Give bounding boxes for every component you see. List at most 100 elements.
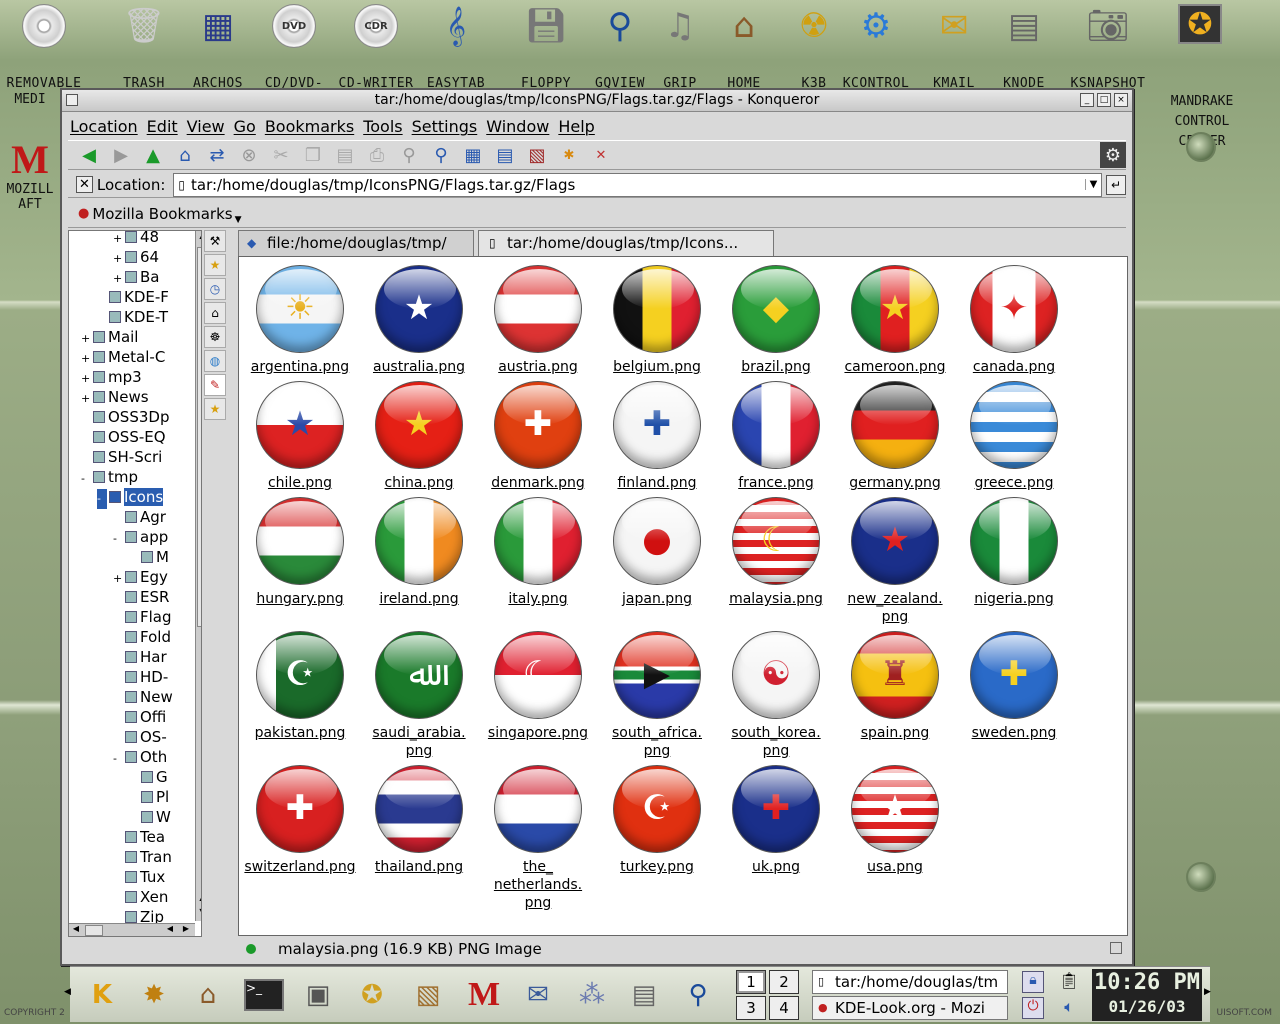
tree-item[interactable]: + News xyxy=(81,387,149,407)
tree-item[interactable]: + mp3 xyxy=(81,367,142,387)
sidebar-root-icon[interactable]: ✎ xyxy=(204,374,226,396)
taskbar-task-mozilla[interactable]: ● KDE-Look.org - Mozi xyxy=(812,996,1008,1020)
file-item[interactable]: nigeria.png xyxy=(955,497,1073,608)
sidebar-bookmarks-icon[interactable]: ★ xyxy=(204,254,226,276)
file-item[interactable]: thailand.png xyxy=(360,765,478,876)
mozilla-bookmarks-menu[interactable]: Mozilla Bookmarks xyxy=(92,205,232,223)
tree-item[interactable]: Agr xyxy=(113,507,166,527)
newspaper-icon[interactable]: ▤ xyxy=(622,973,666,1017)
file-item[interactable]: ✦ canada.png xyxy=(955,265,1073,376)
tree-item[interactable]: + Ba xyxy=(113,267,159,287)
tree-item[interactable]: OSS3Dp xyxy=(81,407,169,427)
file-item[interactable]: the_ netherlands. png xyxy=(479,765,597,912)
up-icon[interactable]: ▲ xyxy=(140,142,166,168)
desktop-icon-floppy[interactable]: 💾︎ FLOPPY xyxy=(510,2,582,92)
lock-screen-icon[interactable]: 🔒︎ xyxy=(1022,971,1044,993)
file-item[interactable]: ﷲ saudi_arabia. png xyxy=(360,631,478,760)
tree-item[interactable]: + Metal-C xyxy=(81,347,165,367)
tree-item[interactable]: KDE-T xyxy=(97,307,168,327)
menu-window[interactable]: Window xyxy=(486,117,549,136)
zoom-in-icon[interactable]: ⚲ xyxy=(428,142,454,168)
mozilla-icon[interactable]: M xyxy=(462,973,506,1017)
tree-vertical-scrollbar[interactable]: ▲ ▲ ▼ xyxy=(195,231,201,921)
file-item[interactable]: ✚ sweden.png xyxy=(955,631,1073,742)
desktop-icon-archos[interactable]: ▦ ARCHOS xyxy=(182,2,254,92)
tree-item[interactable]: +64 xyxy=(113,247,159,267)
desktop-2-button[interactable]: 2 xyxy=(769,970,799,994)
collapse-icon[interactable]: - xyxy=(81,469,91,489)
molecule-icon[interactable]: ⁂ xyxy=(570,973,614,1017)
file-item[interactable]: belgium.png xyxy=(598,265,716,376)
file-item[interactable]: austria.png xyxy=(479,265,597,376)
tree-item[interactable]: Tea xyxy=(113,827,165,847)
file-item[interactable]: italy.png xyxy=(479,497,597,608)
tree-item[interactable]: ESR xyxy=(113,587,169,607)
tree-item[interactable]: OSS-EQ xyxy=(81,427,166,447)
logout-icon[interactable]: ⏻ xyxy=(1022,997,1044,1019)
collapse-icon[interactable]: - xyxy=(113,529,123,549)
menu-edit[interactable]: Edit xyxy=(147,117,178,136)
tree-item[interactable]: Tran xyxy=(113,847,172,867)
scroll-thumb[interactable] xyxy=(197,247,201,627)
expand-icon[interactable]: + xyxy=(113,269,123,289)
tree-item[interactable]: + Mail xyxy=(81,327,138,347)
mandrake-control-icon[interactable]: ✪ xyxy=(350,973,394,1017)
tree-item[interactable]: Offi xyxy=(113,707,166,727)
file-item[interactable]: ★ chile.png xyxy=(241,381,359,492)
scroll-left-arrow[interactable]: ◀ xyxy=(69,924,83,936)
klipper-icon[interactable]: 📋︎ xyxy=(1058,971,1080,993)
sidebar-favorites-icon[interactable]: ★ xyxy=(204,398,226,420)
go-button[interactable]: ↵ xyxy=(1106,174,1126,195)
volume-icon[interactable]: 🔈︎ xyxy=(1058,997,1080,1019)
menu-settings[interactable]: Settings xyxy=(412,117,478,136)
tree-item[interactable]: Har xyxy=(113,647,167,667)
terminal-icon[interactable]: >_ xyxy=(242,973,286,1017)
tree-item[interactable]: Flag xyxy=(113,607,172,627)
menu-location[interactable]: Location xyxy=(70,117,138,136)
resize-grip[interactable] xyxy=(1110,942,1122,954)
sidebar-config-icon[interactable]: ⚒ xyxy=(204,230,226,252)
tree-item[interactable]: Tux xyxy=(113,867,165,887)
scroll-left-arrow[interactable]: ◀ xyxy=(163,924,177,936)
file-item[interactable]: ✚ denmark.png xyxy=(479,381,597,492)
collapse-icon[interactable]: - xyxy=(113,749,123,769)
tree-item[interactable]: Xen xyxy=(113,887,168,907)
tree-horizontal-scrollbar[interactable]: ◀ ◀ ▶ xyxy=(69,923,195,936)
system-icon[interactable]: ▣ xyxy=(296,973,340,1017)
desktop-icon-removable-media[interactable]: MEDI xyxy=(0,92,60,107)
location-input[interactable]: ▯ tar:/home/douglas/tmp/IconsPNG/Flags.t… xyxy=(173,172,1102,197)
panel-hide-right-arrow[interactable]: ▶ xyxy=(1204,987,1211,997)
tree-item[interactable]: - app xyxy=(113,527,168,547)
tree-item[interactable]: Pl xyxy=(129,787,169,807)
desktop-icon-ksnapshot[interactable]: 📷︎ KSNAPSHOT xyxy=(1071,2,1145,92)
clear-location-icon[interactable]: ✕ xyxy=(76,176,93,193)
expand-icon[interactable]: + xyxy=(81,349,91,369)
cookie-block-icon[interactable]: ✕ xyxy=(588,142,614,168)
file-item[interactable]: ★ new_zealand. png xyxy=(836,497,954,626)
tree-item[interactable]: New xyxy=(113,687,173,707)
tree-item[interactable]: SH-Scri xyxy=(81,447,162,467)
file-item[interactable]: ✚ switzerland.png xyxy=(241,765,359,876)
mail-eagle-icon[interactable]: ✉ xyxy=(516,973,560,1017)
expand-icon[interactable]: + xyxy=(113,249,123,269)
desktop-1-button[interactable]: 1 xyxy=(736,970,766,994)
desktop-icon-trash[interactable]: 🗑︎ TRASH xyxy=(108,2,180,92)
icon-view-icon[interactable]: ▦ xyxy=(460,142,486,168)
panel-hide-left-arrow[interactable]: ◀ xyxy=(64,987,71,997)
cookie-icon[interactable]: ✱ xyxy=(556,142,582,168)
menu-tools[interactable]: Tools xyxy=(363,117,402,136)
file-item[interactable]: ♜ spain.png xyxy=(836,631,954,742)
tree-item[interactable]: OS- xyxy=(113,727,167,747)
scroll-up-arrow[interactable]: ▲ xyxy=(196,231,201,245)
file-item[interactable]: ★ australia.png xyxy=(360,265,478,376)
expand-icon[interactable]: + xyxy=(81,329,91,349)
file-item[interactable]: ☪ turkey.png xyxy=(598,765,716,876)
file-item[interactable]: ☪ pakistan.png xyxy=(241,631,359,742)
menu-go[interactable]: Go xyxy=(234,117,256,136)
k-menu-icon[interactable]: K xyxy=(80,973,124,1017)
desktop-4-button[interactable]: 4 xyxy=(769,996,799,1020)
desktop-icon-cd-dvd-[interactable]: DVD CD/DVD- xyxy=(258,2,330,92)
tree-item[interactable]: Fold xyxy=(113,627,171,647)
desktop-icon-kcontrol[interactable]: ⚙ KCONTROL xyxy=(840,2,912,92)
print-icon[interactable]: ⎙ xyxy=(364,142,390,168)
